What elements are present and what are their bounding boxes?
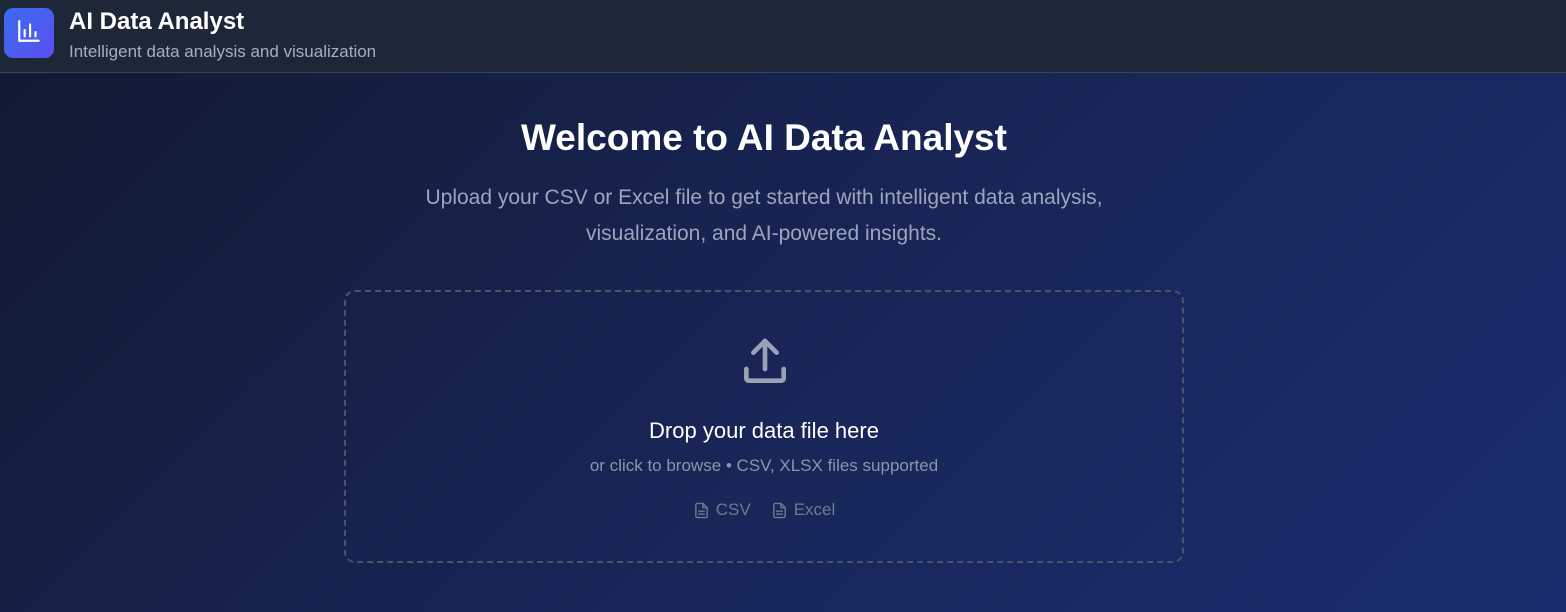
app-title: AI Data Analyst xyxy=(69,8,245,35)
format-label: CSV xyxy=(715,500,751,519)
dropzone-title: Drop your data file here xyxy=(649,418,879,443)
file-text-icon xyxy=(771,501,788,520)
welcome-title: Welcome to AI Data Analyst xyxy=(521,117,1007,158)
welcome-description: Upload your CSV or Excel file to get sta… xyxy=(425,186,1103,245)
file-dropzone[interactable]: Drop your data file here or click to bro… xyxy=(344,290,1184,563)
supported-formats: CSV Excel xyxy=(346,499,1182,521)
format-csv: CSV xyxy=(693,499,751,521)
app-logo xyxy=(4,8,54,58)
app-header: AI Data Analyst Intelligent data analysi… xyxy=(0,0,1566,73)
format-excel: Excel xyxy=(771,499,836,521)
dropzone-hint: or click to browse • CSV, XLSX files sup… xyxy=(589,456,939,475)
format-label: Excel xyxy=(793,500,836,519)
bar-chart-icon xyxy=(16,18,42,49)
app-subtitle: Intelligent data analysis and visualizat… xyxy=(69,42,377,61)
file-text-icon xyxy=(693,501,710,520)
upload-icon xyxy=(737,334,793,390)
